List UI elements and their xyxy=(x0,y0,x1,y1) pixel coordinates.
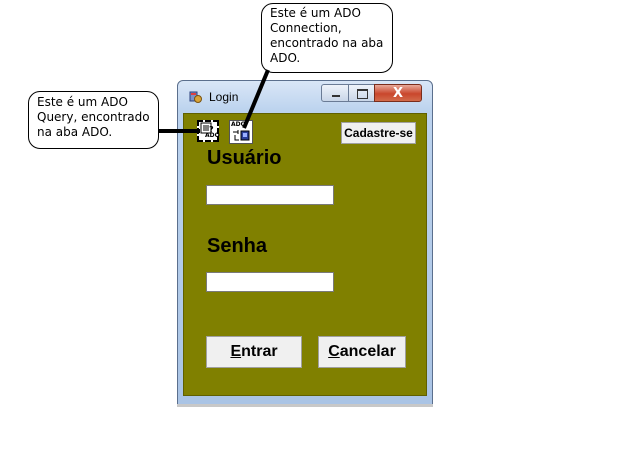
maximize-icon xyxy=(357,89,368,99)
cancelar-button[interactable]: Cancelar xyxy=(318,336,406,368)
cancelar-label: ancelar xyxy=(339,343,396,360)
entrar-accelerator: E xyxy=(230,343,242,360)
title-bar[interactable]: Login X xyxy=(178,81,432,109)
entrar-label: ntrar xyxy=(241,343,278,360)
ado-query-callout: Este é um ADO Query, encontrado na aba A… xyxy=(28,91,159,149)
ado-connection-component[interactable]: ADO xyxy=(229,120,253,144)
ado-connection-callout: Este é um ADO Connection, encontrado na … xyxy=(261,3,393,73)
senha-input[interactable] xyxy=(206,272,334,292)
window-shadow xyxy=(177,404,433,407)
cadastre-se-button[interactable]: Cadastre-se xyxy=(341,122,416,144)
ado-query-component[interactable]: ? ADO xyxy=(197,120,220,142)
minimize-icon xyxy=(332,95,340,97)
window-title: Login xyxy=(209,90,239,104)
senha-label: Senha xyxy=(207,235,268,257)
form-client-area: ? ADO ADO Cadastre-se Usuário Senha Entr… xyxy=(183,113,427,396)
close-icon: X xyxy=(392,86,404,101)
ado-query-callout-text: Este é um ADO Query, encontrado na aba A… xyxy=(37,95,150,139)
app-icon xyxy=(189,91,202,103)
cancelar-accelerator: C xyxy=(328,343,340,360)
ado-connection-callout-text: Este é um ADO Connection, encontrado na … xyxy=(270,6,384,65)
minimize-button[interactable] xyxy=(321,84,349,102)
entrar-button[interactable]: Entrar xyxy=(206,336,302,368)
maximize-button[interactable] xyxy=(348,84,375,102)
ado-connection-icon xyxy=(233,130,250,141)
login-window: Login X ? ADO ADO Cadastre-se Usuário Se… xyxy=(177,80,433,406)
usuario-label: Usuário xyxy=(207,147,282,169)
close-button[interactable]: X xyxy=(374,84,422,102)
ado-query-caption: ADO xyxy=(205,132,220,139)
usuario-input[interactable] xyxy=(206,185,334,205)
